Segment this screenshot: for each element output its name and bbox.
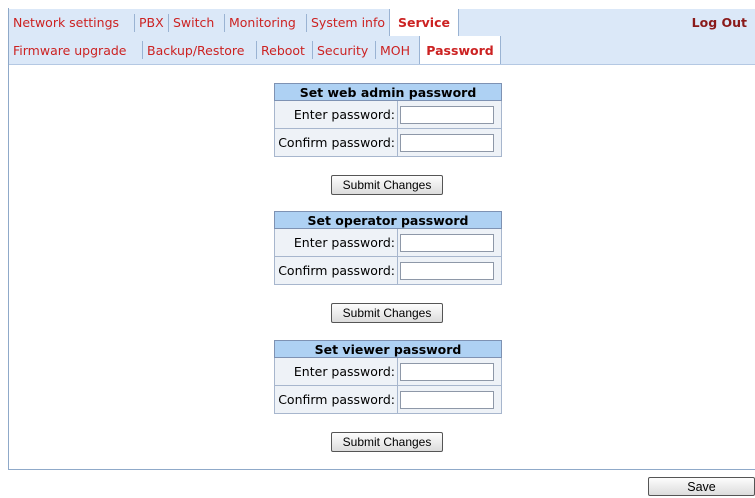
tab-network-settings[interactable]: Network settings xyxy=(13,9,119,36)
viewer-enter-password-input[interactable] xyxy=(400,362,494,381)
tab-separator xyxy=(168,14,169,32)
section-title: Set viewer password xyxy=(274,340,502,358)
section-title: Set web admin password xyxy=(274,83,502,101)
web-admin-enter-password-input[interactable] xyxy=(400,105,494,124)
enter-password-label: Enter password: xyxy=(274,357,398,386)
tab-pbx[interactable]: PBX xyxy=(139,9,164,36)
enter-password-label: Enter password: xyxy=(274,228,398,257)
tab-monitoring[interactable]: Monitoring xyxy=(229,9,296,36)
viewer-submit-button[interactable]: Submit Changes xyxy=(331,432,443,452)
tab-switch[interactable]: Switch xyxy=(173,9,214,36)
subtab-reboot[interactable]: Reboot xyxy=(261,36,305,64)
tab-separator xyxy=(134,14,135,32)
web-admin-submit-button[interactable]: Submit Changes xyxy=(331,175,443,195)
confirm-password-label: Confirm password: xyxy=(274,128,398,157)
operator-enter-password-input[interactable] xyxy=(400,233,494,252)
viewer-password-panel: Set viewer password Enter password: Conf… xyxy=(274,340,502,414)
top-tab-bar: Network settings PBX Switch Monitoring S… xyxy=(9,9,755,37)
operator-submit-button[interactable]: Submit Changes xyxy=(331,303,443,323)
viewer-confirm-password-input[interactable] xyxy=(400,390,494,409)
tab-service[interactable]: Service xyxy=(389,9,459,36)
subtab-firmware-upgrade[interactable]: Firmware upgrade xyxy=(13,36,126,64)
subtab-security[interactable]: Security xyxy=(317,36,368,64)
tab-separator xyxy=(306,14,307,32)
tab-separator xyxy=(312,41,313,59)
subtab-moh[interactable]: MOH xyxy=(380,36,410,64)
tab-separator xyxy=(256,41,257,59)
confirm-password-label: Confirm password: xyxy=(274,256,398,285)
tab-separator xyxy=(375,41,376,59)
web-admin-password-panel: Set web admin password Enter password: C… xyxy=(274,83,502,157)
web-admin-confirm-password-input[interactable] xyxy=(400,133,494,152)
logout-link[interactable]: Log Out xyxy=(692,9,747,36)
subtab-backup-restore[interactable]: Backup/Restore xyxy=(147,36,244,64)
confirm-password-label: Confirm password: xyxy=(274,385,398,414)
operator-confirm-password-input[interactable] xyxy=(400,261,494,280)
tab-separator xyxy=(224,14,225,32)
enter-password-label: Enter password: xyxy=(274,100,398,129)
tab-system-info[interactable]: System info xyxy=(311,9,385,36)
operator-password-panel: Set operator password Enter password: Co… xyxy=(274,211,502,285)
sub-tab-bar: Firmware upgrade Backup/Restore Reboot S… xyxy=(9,36,755,65)
section-title: Set operator password xyxy=(274,211,502,229)
save-button[interactable]: Save xyxy=(648,477,755,496)
subtab-password[interactable]: Password xyxy=(419,36,501,64)
tab-separator xyxy=(142,41,143,59)
